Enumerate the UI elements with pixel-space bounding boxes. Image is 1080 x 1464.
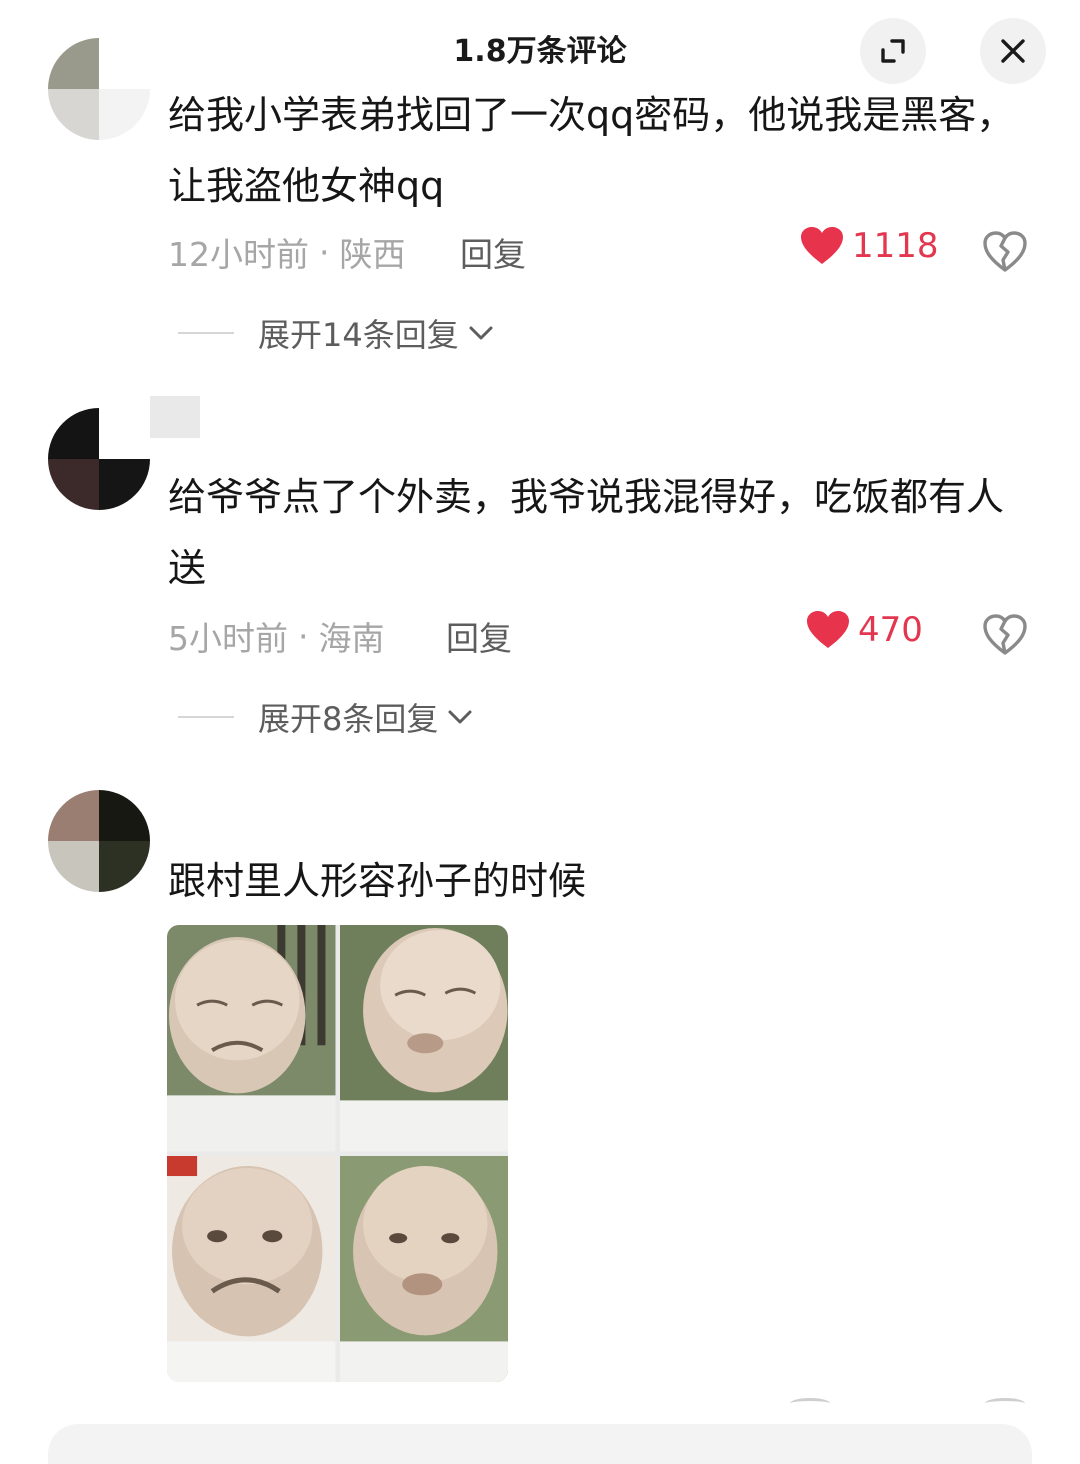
- separator-dot: ·: [319, 232, 330, 272]
- avatar-pixel: [99, 408, 150, 459]
- separator-dot: ·: [298, 616, 309, 656]
- comment-time: 5小时前: [168, 619, 288, 658]
- comment-input-bar[interactable]: [48, 1424, 1032, 1464]
- avatar-pixel: [99, 841, 150, 892]
- like-count: 470: [858, 610, 923, 650]
- avatar-pixel: [48, 408, 99, 459]
- comment-text: 跟村里人形容孙子的时候: [168, 859, 587, 903]
- expand-replies-label: 展开14条回复: [258, 316, 459, 354]
- avatar-pixel: [48, 790, 99, 841]
- comment-meta: 5小时前 · 海南: [168, 612, 385, 660]
- meme-panel: [339, 1155, 508, 1382]
- divider-line: [178, 332, 234, 334]
- expand-replies-button[interactable]: 展开14条回复: [178, 310, 495, 356]
- avatar-pixel: [99, 790, 150, 841]
- heart-icon: [807, 611, 849, 648]
- like-button[interactable]: 470: [806, 610, 923, 650]
- close-icon: [1001, 39, 1025, 63]
- avatar[interactable]: [48, 790, 150, 892]
- close-button[interactable]: [980, 18, 1046, 84]
- chevron-down-icon: [467, 323, 495, 343]
- reply-button[interactable]: 回复: [446, 612, 512, 660]
- heart-icon: [801, 227, 843, 264]
- avatar[interactable]: [48, 408, 150, 510]
- comment-meta: 12小时前 · 陕西: [168, 228, 406, 276]
- avatar-pixel: [48, 459, 99, 510]
- avatar[interactable]: [48, 38, 150, 140]
- comment-text: 给爷爷点了个外卖，我爷说我混得好，吃饭都有人送: [168, 475, 1005, 590]
- like-button[interactable]: 1118: [800, 226, 939, 266]
- comment-time: 12小时前: [168, 235, 309, 274]
- meme-panel: [167, 1155, 336, 1382]
- comment-image[interactable]: [167, 925, 508, 1382]
- comment-location: 陕西: [339, 235, 406, 274]
- divider-line: [178, 716, 234, 718]
- comment-location: 海南: [318, 619, 385, 658]
- expand-replies-label: 展开8条回复: [258, 700, 439, 738]
- chevron-down-icon: [446, 707, 474, 727]
- avatar-pixel: [48, 89, 99, 140]
- like-icon-peek: [790, 1398, 830, 1409]
- avatar-pixel: [99, 459, 150, 510]
- expand-icon: [881, 39, 905, 63]
- expand-replies-button[interactable]: 展开8条回复: [178, 694, 474, 740]
- expand-button[interactable]: [860, 18, 926, 84]
- like-count: 1118: [852, 226, 939, 266]
- avatar-pixel: [99, 89, 150, 140]
- username-redacted: [150, 396, 200, 438]
- comment-text: 给我小学表弟找回了一次qq密码，他说我是黑客，让我盗他女神qq: [168, 93, 1015, 208]
- meme-panel: [339, 925, 508, 1152]
- broken-heart-icon[interactable]: [982, 611, 1028, 657]
- reply-button[interactable]: 回复: [460, 228, 526, 276]
- meme-panel: [167, 925, 336, 1152]
- avatar-pixel: [48, 841, 99, 892]
- broken-heart-icon[interactable]: [982, 228, 1028, 274]
- broken-heart-icon-peek: [985, 1398, 1025, 1409]
